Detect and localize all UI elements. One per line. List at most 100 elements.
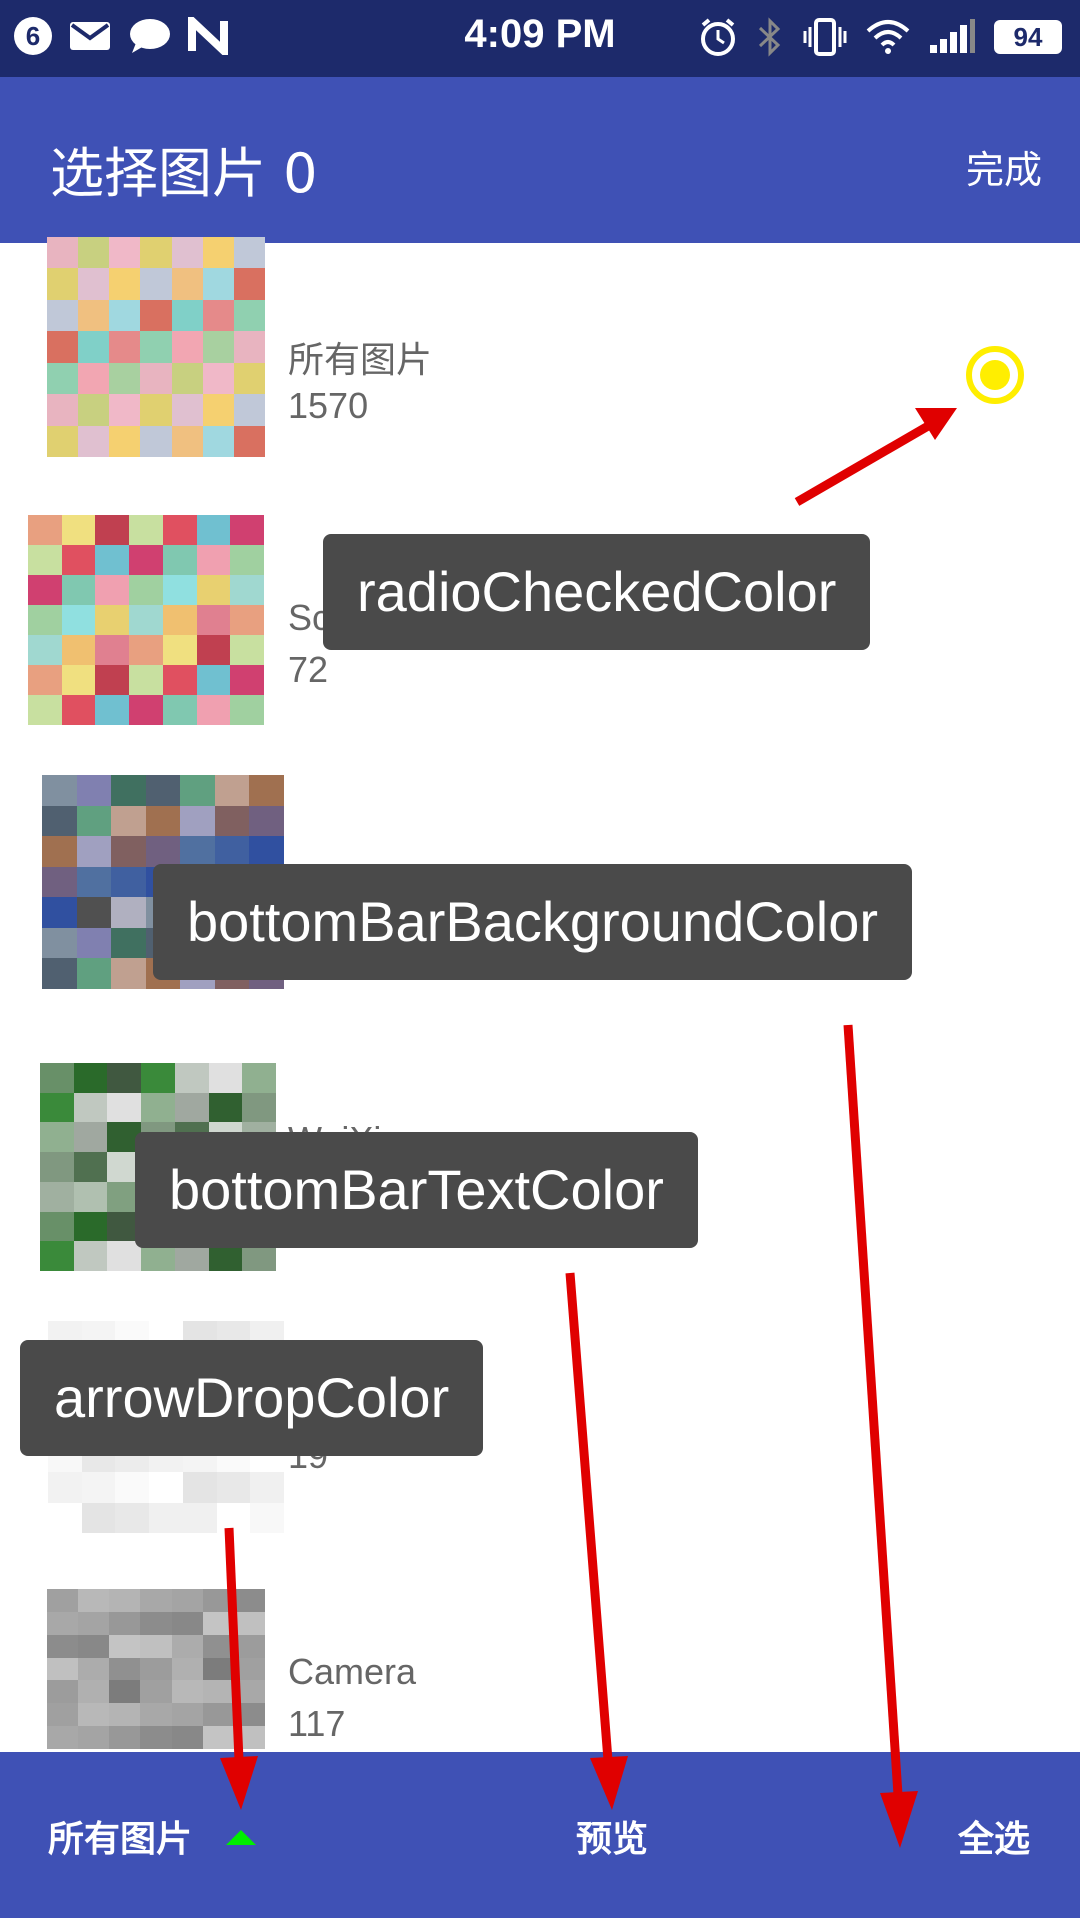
thumbnail-tile [40, 1211, 74, 1242]
thumbnail-tile [47, 1703, 79, 1727]
thumbnail-tile [73, 1122, 108, 1153]
thumbnail-tile [202, 394, 234, 426]
thumbnail-tile [61, 665, 96, 695]
thumbnail-tile [196, 665, 231, 695]
thumbnail-tile [233, 1726, 265, 1749]
thumbnail-tile [171, 1589, 203, 1612]
thumbnail-tile [171, 268, 203, 300]
thumbnail-tile [109, 299, 141, 332]
thumbnail-tile [109, 1726, 141, 1749]
radio-checked[interactable] [966, 346, 1024, 404]
thumbnail-tile [171, 362, 203, 395]
thumbnail-tile [196, 575, 231, 605]
thumbnail-tile [61, 605, 96, 635]
thumbnail-tile [140, 331, 172, 363]
thumbnail-tile [81, 1502, 116, 1533]
folder-name: Camera [288, 1651, 417, 1692]
thumbnail-tile [196, 695, 231, 725]
thumbnail-tile [129, 545, 163, 575]
done-button[interactable]: 完成 [966, 139, 1042, 194]
thumbnail-tile [111, 866, 146, 898]
thumbnail-tile [233, 362, 265, 395]
thumbnail-tile [109, 237, 141, 269]
thumbnail-tile [171, 237, 203, 269]
thumbnail-tile [42, 805, 77, 837]
thumbnail-tile [140, 1680, 172, 1704]
thumbnail-tile [140, 362, 172, 395]
thumbnail-tile [196, 605, 231, 635]
thumbnail-tile [78, 1703, 110, 1727]
thumbnail-tile [233, 394, 265, 426]
thumbnail-tile [242, 1063, 276, 1093]
thumbnail-tile [47, 299, 79, 332]
thumbnail-tile [233, 1680, 265, 1704]
thumbnail-tile [233, 1657, 265, 1681]
thumbnail-tile [171, 1726, 203, 1749]
thumbnail-tile [47, 331, 79, 363]
thumbnail-tile [202, 1726, 234, 1749]
annotation-radio-checked-color: radioCheckedColor [323, 534, 871, 650]
thumbnail-tile [28, 575, 62, 605]
thumbnail-tile [208, 1063, 243, 1093]
thumbnail-tile [233, 1611, 265, 1635]
thumbnail-tile [174, 1092, 209, 1123]
thumbnail-tile [61, 515, 96, 545]
thumbnail-tile [28, 515, 62, 545]
thumbnail-tile [145, 805, 181, 837]
thumbnail-tile [78, 1680, 110, 1704]
folder-count: 72 [288, 649, 329, 690]
thumbnail-tile [129, 515, 163, 545]
folder-selector-button[interactable]: 所有图片 [48, 1810, 192, 1862]
folder-item-all[interactable]: 所有图片 1570 [0, 237, 1080, 503]
thumbnail-tile [171, 1611, 203, 1635]
thumbnail-tile [40, 1092, 74, 1123]
thumbnail-tile [47, 1634, 79, 1658]
thumbnail-tile [109, 362, 141, 395]
thumbnail-tile [28, 635, 62, 665]
thumbnail-tile [28, 545, 62, 575]
thumbnail-tile [78, 394, 110, 426]
preview-button[interactable]: 预览 [576, 1810, 648, 1862]
thumbnail-tile [129, 695, 163, 725]
thumbnail-tile [111, 775, 146, 806]
thumbnail-tile [76, 897, 112, 928]
thumbnail-tile [48, 1472, 82, 1503]
thumbnail-tile [28, 695, 62, 725]
thumbnail-tile [202, 1657, 234, 1681]
thumbnail-tile [40, 1063, 74, 1093]
thumbnail-tile [73, 1152, 108, 1182]
thumbnail-tile [78, 1634, 110, 1658]
thumbnail-tile [202, 268, 234, 300]
thumbnail-tile [95, 665, 130, 695]
thumbnail-tile [76, 958, 112, 989]
thumbnail-tile [230, 575, 264, 605]
app-bar: 选择图片 0 完成 [0, 77, 1080, 243]
thumbnail-tile [76, 775, 112, 806]
thumbnail-tile [140, 1726, 172, 1749]
thumbnail-tile [202, 1680, 234, 1704]
thumbnail-tile [242, 1092, 276, 1123]
thumbnail-tile [182, 1502, 217, 1533]
thumbnail-tile [162, 695, 197, 725]
thumbnail-tile [140, 1611, 172, 1635]
thumbnail-tile [140, 1634, 172, 1658]
thumbnail-tile [78, 331, 110, 363]
thumbnail-tile [140, 394, 172, 426]
thumbnail-tile [162, 575, 197, 605]
thumbnail-tile [76, 836, 112, 867]
thumbnail-tile [109, 268, 141, 300]
thumbnail-tile [233, 299, 265, 332]
status-icons-right: 94 [698, 17, 1062, 57]
thumbnail-tile [149, 1472, 183, 1503]
thumbnail-tile [230, 635, 264, 665]
thumbnail-tile [109, 1634, 141, 1658]
thumbnail-tile [61, 635, 96, 665]
thumbnail-tile [76, 805, 112, 837]
thumbnail-tile [78, 425, 110, 457]
select-all-button[interactable]: 全选 [958, 1810, 1030, 1862]
thumbnail-tile [76, 866, 112, 898]
thumbnail-tile [95, 575, 130, 605]
folder-count: 117 [288, 1703, 346, 1744]
vibrate-icon [803, 18, 847, 56]
arrow-drop-icon[interactable] [226, 1830, 256, 1845]
